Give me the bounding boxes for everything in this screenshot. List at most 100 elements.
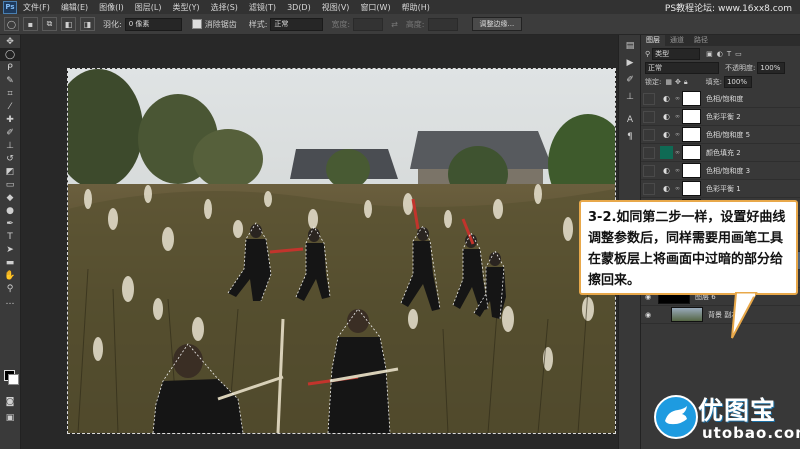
- forum-watermark: PS教程论坛: www.16xx8.com: [664, 4, 792, 14]
- layer-row[interactable]: ∞ 颜色填充 2: [641, 144, 800, 162]
- zoom-tool-icon[interactable]: ⚲: [0, 282, 20, 295]
- healing-tool-icon[interactable]: ✚: [0, 113, 20, 126]
- brush-tool-icon[interactable]: ✐: [0, 126, 20, 139]
- clone-stamp-icon[interactable]: ⊥: [0, 139, 20, 152]
- gradient-tool-icon[interactable]: ▭: [0, 178, 20, 191]
- antialias-checkbox[interactable]: [191, 19, 202, 29]
- type-tool-icon[interactable]: T: [0, 230, 20, 243]
- visibility-toggle[interactable]: [643, 182, 655, 195]
- eraser-tool-icon[interactable]: ◩: [0, 165, 20, 178]
- fill-label: 填充:: [705, 78, 722, 86]
- layer-mask-thumbnail[interactable]: [682, 145, 701, 160]
- quick-mask-icon[interactable]: ◙: [0, 395, 20, 408]
- layer-name: 色彩平衡 1: [706, 184, 741, 193]
- layer-row[interactable]: ◐ ∞ 色相/饱和度 3: [641, 162, 800, 180]
- lock-label: 锁定:: [645, 78, 662, 86]
- brush-panel-icon[interactable]: ✐: [622, 73, 638, 86]
- layer-row[interactable]: ◐ ∞ 色彩平衡 1: [641, 180, 800, 198]
- actions-panel-icon[interactable]: ▶: [622, 56, 638, 69]
- history-panel-icon[interactable]: ▤: [622, 39, 638, 52]
- opacity-input[interactable]: 100%: [757, 62, 786, 74]
- intersect-selection-icon[interactable]: ◨: [80, 17, 95, 31]
- menu-file[interactable]: 文件(F): [23, 2, 50, 13]
- layer-row[interactable]: ◐ ∞ 色相/饱和度: [641, 90, 800, 108]
- fill-input[interactable]: 100%: [723, 76, 752, 88]
- layer-name: 色相/饱和度 5: [706, 130, 751, 139]
- layer-mask-thumbnail[interactable]: [682, 109, 701, 124]
- add-selection-icon[interactable]: ⧉: [42, 17, 57, 31]
- blur-tool-icon[interactable]: ◆: [0, 191, 20, 204]
- subtract-selection-icon[interactable]: ◧: [61, 17, 76, 31]
- eyedropper-tool-icon[interactable]: ⁄: [0, 100, 20, 113]
- hue-sat-icon: ◐: [663, 166, 670, 175]
- lock-all-icon[interactable]: 🔒︎: [684, 78, 688, 87]
- visibility-toggle[interactable]: [643, 146, 655, 159]
- style-select[interactable]: 正常: [270, 17, 324, 31]
- layer-mask-thumbnail[interactable]: [682, 163, 701, 178]
- layer-mask-thumbnail[interactable]: [671, 307, 703, 322]
- layer-name: 色彩平衡 2: [706, 112, 741, 121]
- paragraph-panel-icon[interactable]: ¶: [622, 130, 638, 143]
- filter-type-icon[interactable]: T: [727, 50, 731, 58]
- feather-input[interactable]: 0 像素: [124, 17, 182, 31]
- filter-kind-select[interactable]: 类型: [652, 48, 701, 60]
- background-color-swatch[interactable]: [8, 374, 19, 385]
- filter-row: ⚲ 类型 ▣ ◐ T ▭: [641, 48, 800, 60]
- menu-view[interactable]: 视图(V): [322, 2, 350, 13]
- filter-pixel-icon[interactable]: ▣: [706, 50, 713, 58]
- visibility-toggle[interactable]: [643, 110, 655, 123]
- quick-select-tool-icon[interactable]: ✎: [0, 74, 20, 87]
- menu-3d[interactable]: 3D(D): [287, 3, 311, 12]
- layer-mask-thumbnail[interactable]: [682, 127, 701, 142]
- menu-filter[interactable]: 滤镜(T): [249, 2, 276, 13]
- visibility-toggle[interactable]: [643, 92, 655, 105]
- blend-mode-select[interactable]: 正常: [645, 62, 719, 74]
- filter-shape-icon[interactable]: ▭: [735, 50, 742, 58]
- menu-edit[interactable]: 编辑(E): [61, 2, 88, 13]
- layer-row[interactable]: ◐ ∞ 色相/饱和度 5: [641, 126, 800, 144]
- new-selection-icon[interactable]: ▪: [23, 17, 38, 31]
- menu-layer[interactable]: 图层(L): [135, 2, 162, 13]
- ellipse-marquee-icon[interactable]: ◯: [4, 17, 19, 31]
- clone-source-icon[interactable]: ⊥: [622, 90, 638, 103]
- history-brush-icon[interactable]: ↺: [0, 152, 20, 165]
- layer-row[interactable]: ◐ ∞ 色彩平衡 2: [641, 108, 800, 126]
- path-select-icon[interactable]: ➤: [0, 243, 20, 256]
- move-tool-icon[interactable]: ✥: [0, 35, 20, 48]
- lasso-tool-icon[interactable]: ᑭ: [0, 61, 20, 74]
- pen-tool-icon[interactable]: ✒: [0, 217, 20, 230]
- lock-position-icon[interactable]: ✥: [675, 78, 681, 86]
- crop-tool-icon[interactable]: ⌗: [0, 87, 20, 100]
- screen-mode-icon[interactable]: ▣: [0, 411, 20, 424]
- photo-scene: [68, 69, 615, 433]
- dodge-tool-icon[interactable]: ●: [0, 204, 20, 217]
- width-input: [353, 17, 384, 31]
- fill-icon: [660, 146, 673, 159]
- tab-channels[interactable]: 通道: [665, 35, 689, 46]
- character-panel-icon[interactable]: A: [622, 113, 638, 126]
- logo-en: utobao.com: [702, 424, 800, 442]
- layer-mask-thumbnail[interactable]: [682, 181, 701, 196]
- document-photo[interactable]: [67, 68, 616, 434]
- more-tools-icon[interactable]: …: [0, 295, 20, 308]
- menu-type[interactable]: 类型(Y): [172, 2, 199, 13]
- tab-layers[interactable]: 图层: [641, 35, 665, 46]
- visibility-toggle[interactable]: [643, 128, 655, 141]
- tab-paths[interactable]: 路径: [689, 35, 713, 46]
- shape-tool-icon[interactable]: ▬: [0, 256, 20, 269]
- layers-tabs: 图层 通道 路径: [641, 35, 800, 46]
- marquee-tool-icon[interactable]: ◯: [0, 48, 20, 61]
- mask-link-icon: ∞: [675, 149, 680, 156]
- lock-pixels-icon[interactable]: ▦: [665, 78, 672, 86]
- layer-mask-thumbnail[interactable]: [682, 91, 701, 106]
- menu-window[interactable]: 窗口(W): [360, 2, 390, 13]
- layer-row[interactable]: ◉ 背景 副本 3: [641, 306, 800, 324]
- refine-edge-button[interactable]: 调整边缘...: [471, 17, 523, 31]
- menu-image[interactable]: 图像(I): [99, 2, 124, 13]
- menu-help[interactable]: 帮助(H): [402, 2, 430, 13]
- visibility-toggle[interactable]: [643, 164, 655, 177]
- menu-select[interactable]: 选择(S): [211, 2, 238, 13]
- visibility-eye-icon[interactable]: ◉: [643, 311, 653, 319]
- hand-tool-icon[interactable]: ✋: [0, 269, 20, 282]
- filter-adjust-icon[interactable]: ◐: [717, 50, 723, 58]
